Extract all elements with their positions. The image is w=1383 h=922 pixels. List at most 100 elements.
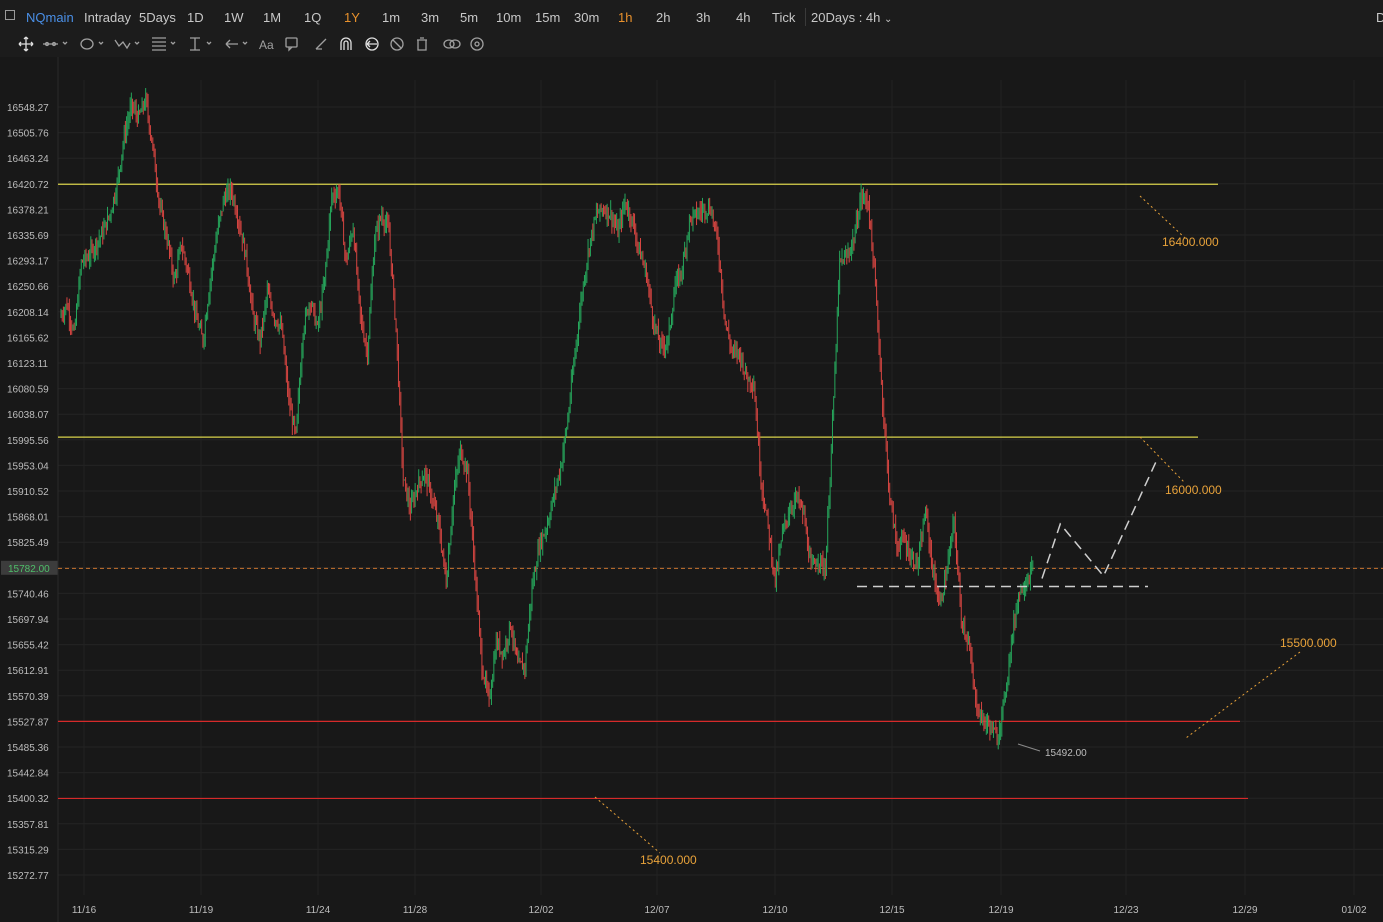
y-tick-label: 16080.59: [7, 385, 49, 396]
fib-tool-icon[interactable]: [152, 37, 176, 51]
comment-tool-icon[interactable]: [285, 37, 298, 52]
timeframe-3m[interactable]: 3m: [421, 10, 439, 25]
toolbar-separator: [805, 8, 806, 26]
y-tick-label: 15868.01: [7, 513, 49, 524]
level-leader-line: [1139, 436, 1186, 484]
projection-path: [1041, 457, 1159, 579]
text-tool-icon[interactable]: Aa: [259, 38, 274, 52]
y-tick-label: 16505.76: [7, 129, 49, 140]
y-tick-label: 15485.36: [7, 743, 49, 754]
timeframe-1w[interactable]: 1W: [224, 10, 244, 25]
x-tick-label: 11/24: [306, 905, 331, 916]
timeframe-4h[interactable]: 4h: [736, 10, 750, 25]
y-tick-label: 15400.32: [7, 794, 49, 805]
y-tick-label: 16378.21: [7, 205, 49, 216]
chevron-down-icon: ⌄: [884, 14, 893, 25]
y-tick-label: 15655.42: [7, 641, 49, 652]
y-tick-label: 15995.56: [7, 436, 49, 447]
timeframe-toolbar: NQmain Intraday 5Days 1D 1W 1M 1Q 1Y 1m 3m 5m 10m 1…: [0, 0, 1383, 34]
candlestick-chart[interactable]: 16548.27 16505.76 16463.24 16420.72 16378.21…: [0, 57, 1383, 922]
shape-tool-icon[interactable]: [80, 38, 104, 50]
settings-icon[interactable]: [470, 37, 484, 51]
y-tick-label: 16038.07: [7, 410, 49, 421]
level-leader-line: [1139, 195, 1186, 239]
level-label: 15500.000: [1280, 636, 1337, 650]
level-label: 15400.000: [640, 853, 697, 867]
low-annotation-label: 15492.00: [1045, 748, 1087, 759]
x-tick-label: 11/19: [189, 905, 214, 916]
y-tick-label: 15442.84: [7, 769, 49, 780]
line-tool-icon[interactable]: [43, 41, 68, 47]
y-tick-label: 15570.39: [7, 692, 49, 703]
level-label: 16400.000: [1162, 235, 1219, 249]
hide-icon[interactable]: [390, 37, 404, 51]
timeframe-1q[interactable]: 1Q: [304, 10, 321, 25]
timeframe-1m[interactable]: 1m: [382, 10, 400, 25]
y-tick-label: 15272.77: [7, 871, 49, 882]
sync-icon[interactable]: [365, 37, 379, 51]
eraser-line-icon[interactable]: [315, 38, 327, 50]
timeframe-1y[interactable]: 1Y: [344, 10, 360, 25]
timeframe-30m[interactable]: 30m: [574, 10, 599, 25]
candles: [60, 88, 1034, 750]
y-tick-label: 16420.72: [7, 180, 49, 191]
x-tick-label: 12/23: [1113, 905, 1138, 916]
timeframe-5m[interactable]: 5m: [460, 10, 478, 25]
x-tick-label: 12/07: [644, 905, 669, 916]
timeframe-3h[interactable]: 3h: [696, 10, 710, 25]
y-tick-label: 15953.04: [7, 461, 49, 472]
y-tick-label: 15740.46: [7, 589, 49, 600]
level-leader-line: [594, 796, 661, 854]
y-tick-label: 15357.81: [7, 820, 49, 831]
y-tick-label: 16250.66: [7, 282, 49, 293]
measure-tool-icon[interactable]: [190, 37, 212, 51]
move-icon[interactable]: [18, 36, 34, 52]
y-tick-label: 15910.52: [7, 487, 49, 498]
y-tick-label: 16165.62: [7, 333, 49, 344]
current-price-label: 15782.00: [8, 564, 50, 575]
y-tick-label: 16463.24: [7, 154, 49, 165]
x-tick-label: 12/10: [762, 905, 787, 916]
x-tick-label: 01/02: [1341, 905, 1366, 916]
symbol-label[interactable]: NQmain: [26, 10, 74, 25]
x-tick-label: 12/15: [879, 905, 904, 916]
y-tick-label: 15825.49: [7, 538, 49, 549]
y-tick-label: 15315.29: [7, 845, 49, 856]
annotations: 15492.00: [857, 457, 1159, 759]
y-tick-label: 15697.94: [7, 615, 49, 626]
y-tick-label: 15527.87: [7, 717, 49, 728]
timeframe-10m[interactable]: 10m: [496, 10, 521, 25]
timeframe-2h[interactable]: 2h: [656, 10, 670, 25]
x-tick-label: 11/28: [403, 905, 428, 916]
timeframe-1d[interactable]: 1D: [187, 10, 204, 25]
corner-label[interactable]: D: [1376, 10, 1383, 25]
range-selector[interactable]: 20Days : 4h ⌄: [811, 10, 892, 25]
trash-icon[interactable]: [417, 37, 427, 51]
link-icon[interactable]: [443, 39, 461, 49]
x-tick-label: 12/29: [1232, 905, 1257, 916]
x-axis: 11/16 11/19 11/24 11/28 12/02 12/07 12/10 12/15…: [72, 905, 1367, 916]
level-label: 16000.000: [1165, 483, 1222, 497]
timeframe-15m[interactable]: 15m: [535, 10, 560, 25]
y-tick-label: 16123.11: [7, 359, 48, 370]
timeframe-intraday[interactable]: Intraday: [84, 10, 131, 25]
timeframe-1m[interactable]: 1M: [263, 10, 281, 25]
timeframe-1h[interactable]: 1h: [618, 10, 632, 25]
y-tick-label: 16548.27: [7, 103, 49, 114]
wave-tool-icon[interactable]: [114, 39, 140, 50]
x-tick-label: 11/16: [72, 905, 97, 916]
drawing-toolbar: Aa: [0, 33, 1383, 57]
y-tick-label: 16208.14: [7, 308, 49, 319]
timeframe-tick[interactable]: Tick: [772, 10, 795, 25]
window-icon[interactable]: [5, 10, 15, 20]
x-tick-label: 12/19: [988, 905, 1013, 916]
range-label: 20Days : 4h: [811, 10, 881, 25]
y-tick-label: 16293.17: [7, 257, 49, 268]
y-tick-label: 15612.91: [7, 666, 49, 677]
y-axis: 16548.27 16505.76 16463.24 16420.72 16378.21…: [1, 57, 59, 922]
timeframe-5days[interactable]: 5Days: [139, 10, 176, 25]
magnet-icon[interactable]: [340, 37, 352, 50]
x-tick-label: 12/02: [528, 905, 553, 916]
y-tick-label: 16335.69: [7, 231, 49, 242]
arrow-tool-icon[interactable]: [225, 39, 248, 49]
